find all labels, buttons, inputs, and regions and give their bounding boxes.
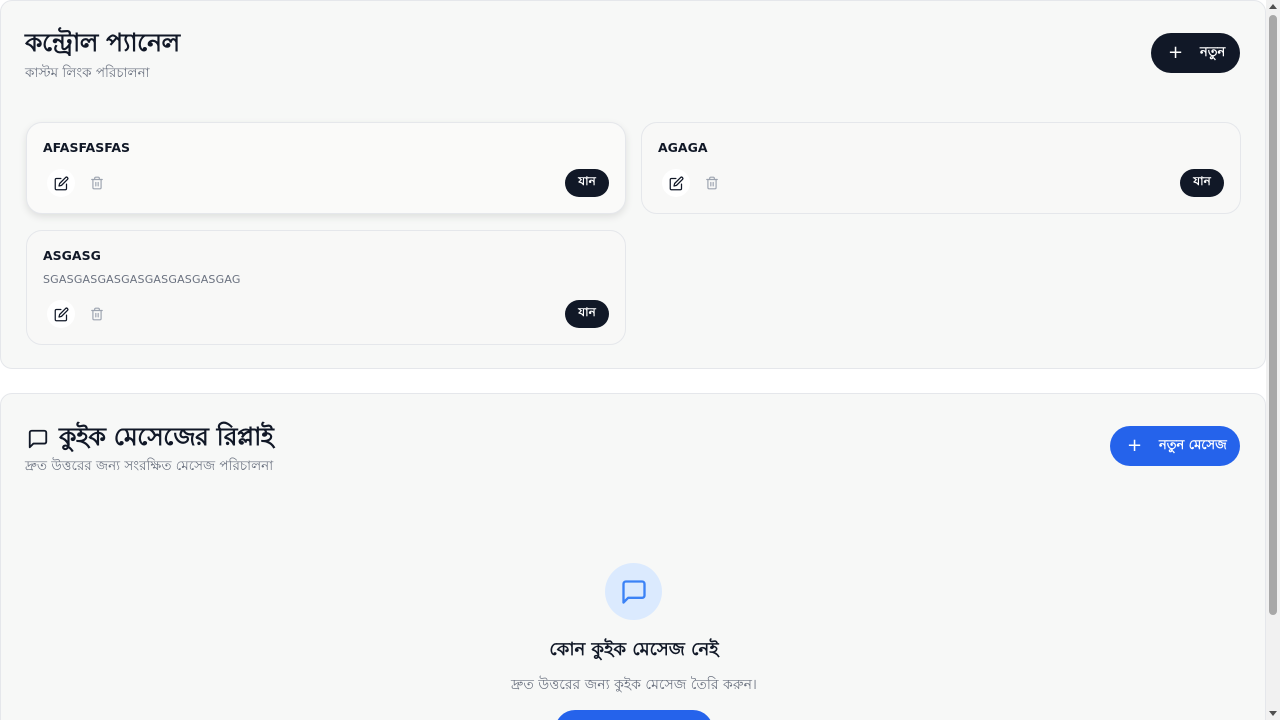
scroll-down-arrow-icon[interactable] xyxy=(1269,711,1277,716)
trash-icon xyxy=(91,176,103,190)
edit-button[interactable] xyxy=(662,169,690,197)
link-card: ASGASG SGASGASGASGASGASGASGASGAG যান xyxy=(26,230,626,345)
edit-icon xyxy=(669,176,683,190)
link-card-title: AGAGA xyxy=(658,140,708,155)
quick-messages-subtitle: দ্রুত উত্তরের জন্য সংরক্ষিত মেসেজ পরিচাল… xyxy=(25,458,274,474)
empty-state-title: কোন কুইক মেসেজ নেই xyxy=(549,639,719,660)
new-link-button[interactable]: + নতুন xyxy=(1151,33,1240,73)
control-panel-subtitle: কাস্টম লিংক পরিচালনা xyxy=(25,65,150,81)
new-message-button[interactable]: + নতুন মেসেজ xyxy=(1110,426,1240,466)
plus-icon: + xyxy=(1168,42,1184,63)
empty-state-description: দ্রুত উত্তরের জন্য কুইক মেসেজ তৈরি করুন। xyxy=(511,677,757,693)
trash-icon xyxy=(91,307,103,321)
edit-button[interactable] xyxy=(47,169,75,197)
link-card: AFASFASFAS যান xyxy=(26,122,626,214)
edit-icon xyxy=(54,307,68,321)
link-card-description: SGASGASGASGASGASGASGASGAG xyxy=(43,273,241,286)
go-button[interactable]: যান xyxy=(565,300,609,328)
control-panel-title: কন্ট্রোল প্যানেল xyxy=(25,28,180,57)
scroll-up-arrow-icon[interactable] xyxy=(1269,4,1277,9)
message-square-icon xyxy=(28,429,48,448)
link-card-title: ASGASG xyxy=(43,248,101,263)
delete-button[interactable] xyxy=(83,300,111,328)
delete-button[interactable] xyxy=(83,169,111,197)
delete-button[interactable] xyxy=(698,169,726,197)
quick-messages-section: কুইক মেসেজের রিপ্লাই দ্রুত উত্তরের জন্য … xyxy=(0,393,1266,720)
link-card: AGAGA যান xyxy=(641,122,1241,214)
trash-icon xyxy=(706,176,718,190)
plus-icon: + xyxy=(1127,435,1143,456)
go-button[interactable]: যান xyxy=(565,169,609,197)
edit-button[interactable] xyxy=(47,300,75,328)
vertical-scrollbar[interactable] xyxy=(1266,0,1280,720)
scrollbar-thumb[interactable] xyxy=(1269,15,1277,615)
link-card-title: AFASFASFAS xyxy=(43,140,131,155)
quick-messages-title: কুইক মেসেজের রিপ্লাই xyxy=(59,422,274,451)
message-square-icon xyxy=(621,579,646,604)
quick-messages-header: কুইক মেসেজের রিপ্লাই xyxy=(27,417,274,460)
go-button[interactable]: যান xyxy=(1180,169,1224,197)
edit-icon xyxy=(54,176,68,190)
new-link-button-label: নতুন xyxy=(1200,44,1226,60)
page: কন্ট্রোল প্যানেল কাস্টম লিংক পরিচালনা + … xyxy=(0,0,1266,720)
create-quick-message-button[interactable] xyxy=(555,710,713,720)
empty-state-icon-circle xyxy=(605,563,662,620)
control-panel-section: কন্ট্রোল প্যানেল কাস্টম লিংক পরিচালনা + … xyxy=(0,0,1266,369)
new-message-button-label: নতুন মেসেজ xyxy=(1159,437,1227,453)
